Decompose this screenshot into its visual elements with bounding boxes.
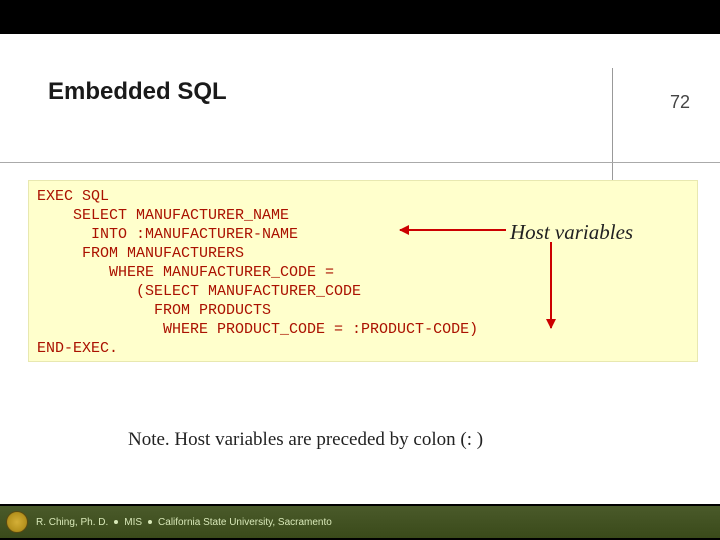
footer-dept: MIS xyxy=(124,517,142,528)
horizontal-divider xyxy=(0,162,720,163)
code-line: INTO :MANUFACTURER-NAME xyxy=(37,226,298,243)
arrow-left-icon xyxy=(400,229,506,231)
seal-icon xyxy=(6,511,28,533)
code-line: FROM PRODUCTS xyxy=(37,302,271,319)
arrow-down-icon xyxy=(550,242,552,328)
code-line: END-EXEC. xyxy=(37,340,118,357)
code-line: EXEC SQL xyxy=(37,188,109,205)
dot-icon xyxy=(148,520,152,524)
code-line: WHERE MANUFACTURER_CODE = xyxy=(37,264,334,281)
code-line: WHERE PRODUCT_CODE = :PRODUCT-CODE) xyxy=(37,321,478,338)
footnote: Note. Host variables are preceded by col… xyxy=(128,429,483,451)
footer-bar: R. Ching, Ph. D. MIS California State Un… xyxy=(0,506,720,538)
code-line: (SELECT MANUFACTURER_CODE xyxy=(37,283,361,300)
footer-org: California State University, Sacramento xyxy=(158,517,332,528)
footer-author: R. Ching, Ph. D. xyxy=(36,517,108,528)
code-line: FROM MANUFACTURERS xyxy=(37,245,244,262)
page-number: 72 xyxy=(670,92,690,113)
code-line: SELECT MANUFACTURER_NAME xyxy=(37,207,289,224)
dot-icon xyxy=(114,520,118,524)
code-block: EXEC SQL SELECT MANUFACTURER_NAME INTO :… xyxy=(28,180,698,362)
annotation-label: Host variables xyxy=(510,220,633,245)
page-title: Embedded SQL xyxy=(48,78,227,106)
slide: Embedded SQL 72 EXEC SQL SELECT MANUFACT… xyxy=(0,34,720,504)
